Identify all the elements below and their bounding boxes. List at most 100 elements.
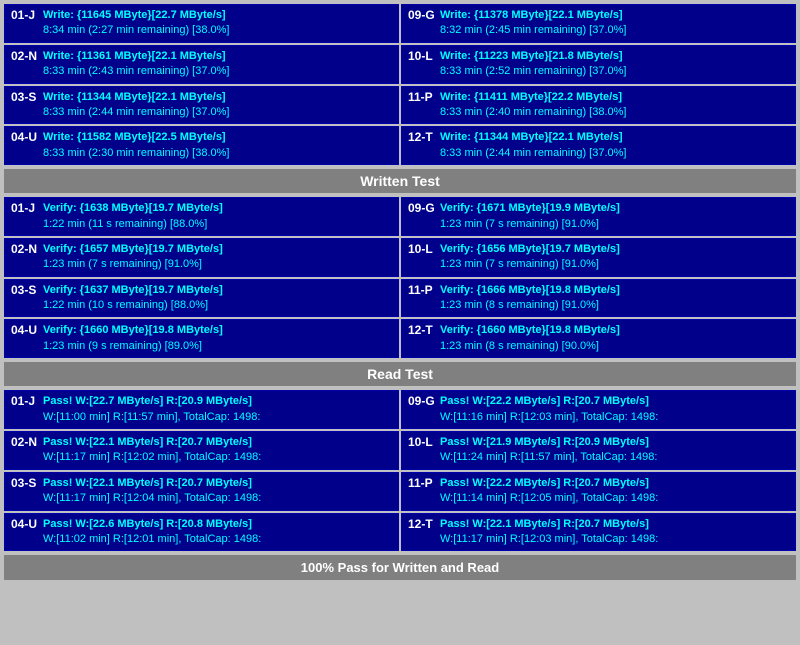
verify-09g-line1: Verify: {1671 MByte}[19.9 MByte/s] — [440, 201, 620, 216]
verify-12t-cell: 12-T Verify: {1660 MByte}[19.8 MByte/s] … — [401, 319, 796, 358]
read-test-header: Read Test — [4, 362, 796, 386]
write-03s-line2: 8:33 min (2:44 min remaining) [37.0%] — [43, 105, 229, 120]
write-10l-line2: 8:33 min (2:52 min remaining) [37.0%] — [440, 64, 626, 79]
read-11p-line2: W:[11:14 min] R:[12:05 min], TotalCap: 1… — [440, 491, 658, 506]
verify-01j-cell: 01-J Verify: {1638 MByte}[19.7 MByte/s] … — [4, 197, 399, 236]
read-09g-id: 09-G — [408, 394, 436, 408]
read-03s-id: 03-S — [11, 476, 39, 490]
footer-status: 100% Pass for Written and Read — [4, 555, 796, 580]
write-09g-line2: 8:32 min (2:45 min remaining) [37.0%] — [440, 23, 626, 38]
read-02n-cell: 02-N Pass! W:[22.1 MByte/s] R:[20.7 MByt… — [4, 431, 399, 470]
verify-left-col: 01-J Verify: {1638 MByte}[19.7 MByte/s] … — [4, 197, 399, 358]
write-09g-line1: Write: {11378 MByte}[22.1 MByte/s] — [440, 8, 626, 23]
write-10l-line1: Write: {11223 MByte}[21.8 MByte/s] — [440, 49, 626, 64]
verify-grid: 01-J Verify: {1638 MByte}[19.7 MByte/s] … — [4, 197, 796, 358]
read-12t-line1: Pass! W:[22.1 MByte/s] R:[20.7 MByte/s] — [440, 517, 658, 532]
write-02n-line2: 8:33 min (2:43 min remaining) [37.0%] — [43, 64, 229, 79]
write-grid: 01-J Write: {11645 MByte}[22.7 MByte/s] … — [4, 4, 796, 165]
verify-10l-line1: Verify: {1656 MByte}[19.7 MByte/s] — [440, 242, 620, 257]
read-09g-line2: W:[11:16 min] R:[12:03 min], TotalCap: 1… — [440, 410, 658, 425]
read-03s-cell: 03-S Pass! W:[22.1 MByte/s] R:[20.7 MByt… — [4, 472, 399, 511]
verify-02n-cell: 02-N Verify: {1657 MByte}[19.7 MByte/s] … — [4, 238, 399, 277]
verify-04u-line2: 1:23 min (9 s remaining) [89.0%] — [43, 339, 223, 354]
written-test-header: Written Test — [4, 169, 796, 193]
write-11p-cell: 11-P Write: {11411 MByte}[22.2 MByte/s] … — [401, 86, 796, 125]
verify-12t-line2: 1:23 min (8 s remaining) [90.0%] — [440, 339, 620, 354]
verify-01j-id: 01-J — [11, 201, 39, 215]
verify-04u-id: 04-U — [11, 323, 39, 337]
verify-11p-id: 11-P — [408, 283, 436, 297]
verify-02n-line1: Verify: {1657 MByte}[19.7 MByte/s] — [43, 242, 223, 257]
write-02n-line1: Write: {11361 MByte}[22.1 MByte/s] — [43, 49, 229, 64]
verify-09g-id: 09-G — [408, 201, 436, 215]
read-grid: 01-J Pass! W:[22.7 MByte/s] R:[20.9 MByt… — [4, 390, 796, 551]
verify-section: 01-J Verify: {1638 MByte}[19.7 MByte/s] … — [4, 197, 796, 386]
main-container: 01-J Write: {11645 MByte}[22.7 MByte/s] … — [0, 0, 800, 584]
read-01j-cell: 01-J Pass! W:[22.7 MByte/s] R:[20.9 MByt… — [4, 390, 399, 429]
write-04u-line1: Write: {11582 MByte}[22.5 MByte/s] — [43, 130, 229, 145]
read-02n-line2: W:[11:17 min] R:[12:02 min], TotalCap: 1… — [43, 450, 261, 465]
verify-11p-line1: Verify: {1666 MByte}[19.8 MByte/s] — [440, 283, 620, 298]
read-11p-id: 11-P — [408, 476, 436, 490]
write-01j-line2: 8:34 min (2:27 min remaining) [38.0%] — [43, 23, 229, 38]
write-03s-cell: 03-S Write: {11344 MByte}[22.1 MByte/s] … — [4, 86, 399, 125]
write-10l-cell: 10-L Write: {11223 MByte}[21.8 MByte/s] … — [401, 45, 796, 84]
verify-01j-line2: 1:22 min (11 s remaining) [88.0%] — [43, 217, 223, 232]
read-04u-id: 04-U — [11, 517, 39, 531]
read-12t-cell: 12-T Pass! W:[22.1 MByte/s] R:[20.7 MByt… — [401, 513, 796, 552]
write-right-col: 09-G Write: {11378 MByte}[22.1 MByte/s] … — [401, 4, 796, 165]
write-01j-line1: Write: {11645 MByte}[22.7 MByte/s] — [43, 8, 229, 23]
verify-10l-id: 10-L — [408, 242, 436, 256]
read-02n-line1: Pass! W:[22.1 MByte/s] R:[20.7 MByte/s] — [43, 435, 261, 450]
read-section: 01-J Pass! W:[22.7 MByte/s] R:[20.9 MByt… — [4, 390, 796, 551]
verify-01j-line1: Verify: {1638 MByte}[19.7 MByte/s] — [43, 201, 223, 216]
write-11p-id: 11-P — [408, 90, 436, 104]
read-10l-line1: Pass! W:[21.9 MByte/s] R:[20.9 MByte/s] — [440, 435, 657, 450]
verify-12t-id: 12-T — [408, 323, 436, 337]
read-09g-line1: Pass! W:[22.2 MByte/s] R:[20.7 MByte/s] — [440, 394, 658, 409]
verify-09g-line2: 1:23 min (7 s remaining) [91.0%] — [440, 217, 620, 232]
read-04u-line2: W:[11:02 min] R:[12:01 min], TotalCap: 1… — [43, 532, 261, 547]
read-03s-line1: Pass! W:[22.1 MByte/s] R:[20.7 MByte/s] — [43, 476, 261, 491]
verify-03s-id: 03-S — [11, 283, 39, 297]
read-01j-line1: Pass! W:[22.7 MByte/s] R:[20.9 MByte/s] — [43, 394, 260, 409]
read-11p-line1: Pass! W:[22.2 MByte/s] R:[20.7 MByte/s] — [440, 476, 658, 491]
verify-02n-id: 02-N — [11, 242, 39, 256]
write-01j-cell: 01-J Write: {11645 MByte}[22.7 MByte/s] … — [4, 4, 399, 43]
verify-12t-line1: Verify: {1660 MByte}[19.8 MByte/s] — [440, 323, 620, 338]
write-02n-cell: 02-N Write: {11361 MByte}[22.1 MByte/s] … — [4, 45, 399, 84]
write-left-col: 01-J Write: {11645 MByte}[22.7 MByte/s] … — [4, 4, 399, 165]
read-12t-id: 12-T — [408, 517, 436, 531]
verify-11p-cell: 11-P Verify: {1666 MByte}[19.8 MByte/s] … — [401, 279, 796, 318]
read-09g-cell: 09-G Pass! W:[22.2 MByte/s] R:[20.7 MByt… — [401, 390, 796, 429]
verify-11p-line2: 1:23 min (8 s remaining) [91.0%] — [440, 298, 620, 313]
write-09g-id: 09-G — [408, 8, 436, 22]
write-03s-id: 03-S — [11, 90, 39, 104]
write-11p-line2: 8:33 min (2:40 min remaining) [38.0%] — [440, 105, 626, 120]
write-09g-cell: 09-G Write: {11378 MByte}[22.1 MByte/s] … — [401, 4, 796, 43]
read-10l-cell: 10-L Pass! W:[21.9 MByte/s] R:[20.9 MByt… — [401, 431, 796, 470]
read-01j-line2: W:[11:00 min] R:[11:57 min], TotalCap: 1… — [43, 410, 260, 425]
read-11p-cell: 11-P Pass! W:[22.2 MByte/s] R:[20.7 MByt… — [401, 472, 796, 511]
write-12t-cell: 12-T Write: {11344 MByte}[22.1 MByte/s] … — [401, 126, 796, 165]
write-12t-id: 12-T — [408, 130, 436, 144]
write-02n-id: 02-N — [11, 49, 39, 63]
verify-03s-cell: 03-S Verify: {1637 MByte}[19.7 MByte/s] … — [4, 279, 399, 318]
read-02n-id: 02-N — [11, 435, 39, 449]
write-11p-line1: Write: {11411 MByte}[22.2 MByte/s] — [440, 90, 626, 105]
write-04u-line2: 8:33 min (2:30 min remaining) [38.0%] — [43, 146, 229, 161]
verify-02n-line2: 1:23 min (7 s remaining) [91.0%] — [43, 257, 223, 272]
read-03s-line2: W:[11:17 min] R:[12:04 min], TotalCap: 1… — [43, 491, 261, 506]
verify-10l-cell: 10-L Verify: {1656 MByte}[19.7 MByte/s] … — [401, 238, 796, 277]
read-left-col: 01-J Pass! W:[22.7 MByte/s] R:[20.9 MByt… — [4, 390, 399, 551]
verify-10l-line2: 1:23 min (7 s remaining) [91.0%] — [440, 257, 620, 272]
read-04u-line1: Pass! W:[22.6 MByte/s] R:[20.8 MByte/s] — [43, 517, 261, 532]
write-section: 01-J Write: {11645 MByte}[22.7 MByte/s] … — [4, 4, 796, 193]
write-12t-line2: 8:33 min (2:44 min remaining) [37.0%] — [440, 146, 626, 161]
verify-04u-cell: 04-U Verify: {1660 MByte}[19.8 MByte/s] … — [4, 319, 399, 358]
read-04u-cell: 04-U Pass! W:[22.6 MByte/s] R:[20.8 MByt… — [4, 513, 399, 552]
read-12t-line2: W:[11:17 min] R:[12:03 min], TotalCap: 1… — [440, 532, 658, 547]
read-right-col: 09-G Pass! W:[22.2 MByte/s] R:[20.7 MByt… — [401, 390, 796, 551]
read-01j-id: 01-J — [11, 394, 39, 408]
write-12t-line1: Write: {11344 MByte}[22.1 MByte/s] — [440, 130, 626, 145]
